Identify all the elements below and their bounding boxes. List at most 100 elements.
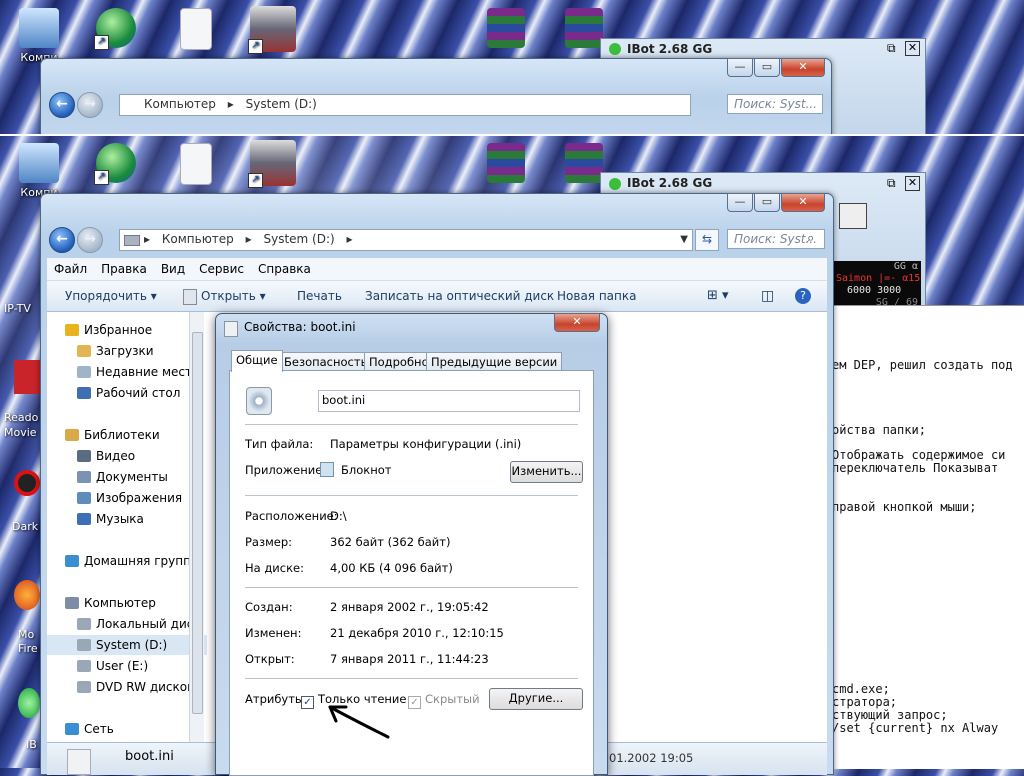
desktop-icon-label[interactable]: IB [26, 738, 37, 751]
tab-details[interactable]: Подробно [364, 352, 434, 371]
firefox-icon[interactable] [14, 580, 40, 610]
new-folder-button[interactable]: Новая папка [557, 281, 636, 311]
organize-button[interactable]: Упорядочить ▾ [65, 281, 157, 311]
maximize-button[interactable]: ▭ [754, 193, 780, 212]
back-button[interactable]: ← [49, 227, 75, 253]
close-icon[interactable]: ✕ [905, 41, 920, 56]
nav-item-network[interactable]: Сеть [65, 719, 114, 739]
tab-previous-versions[interactable]: Предыдущие версии [426, 352, 563, 371]
menu-view[interactable]: Вид [154, 258, 192, 280]
document-desktop-icon[interactable] [165, 8, 227, 53]
restore-icon[interactable]: ⧉ [887, 176, 896, 191]
filename-field[interactable]: boot.ini [318, 390, 580, 412]
globe-icon: ↗ [94, 8, 136, 50]
reado-icon[interactable] [14, 360, 40, 394]
refresh-button[interactable]: ⇆ [695, 229, 719, 251]
alien-icon[interactable] [18, 688, 40, 718]
nav-item-dvd[interactable]: DVD RW дисково [77, 677, 202, 697]
editor-line: стратора; [832, 695, 898, 709]
scroll-thumb[interactable] [192, 332, 203, 714]
tear-line [0, 134, 1024, 136]
nav-item-libraries[interactable]: Библиотеки [65, 425, 160, 445]
file-type-label: Тип файла: [245, 437, 314, 451]
breadcrumb-drive[interactable]: System (D:) [263, 232, 334, 246]
nav-scrollbar[interactable] [189, 312, 204, 742]
dialog-close-button[interactable]: ✕ [554, 313, 600, 332]
nav-item-video[interactable]: Видео [77, 446, 135, 466]
breadcrumb-sep: ▸ [346, 232, 353, 246]
preview-pane-icon[interactable]: ◫ [761, 281, 774, 311]
tab-general[interactable]: Общие [231, 350, 283, 372]
minimize-button[interactable]: — [727, 193, 753, 212]
menu-tools[interactable]: Сервис [192, 258, 251, 280]
nav-item-user-e[interactable]: User (E:) [77, 656, 148, 676]
close-button[interactable]: ✕ [781, 193, 825, 212]
selected-date: 01.2002 19:05 [609, 751, 694, 765]
document-desktop-icon[interactable] [165, 143, 227, 188]
nav-item-music[interactable]: Музыка [77, 509, 144, 529]
desktop-icon-label[interactable]: Reado Movie [4, 410, 42, 440]
change-button[interactable]: Изменить... [510, 461, 583, 483]
close-button[interactable]: ✕ [781, 58, 825, 77]
close-icon[interactable]: ✕ [905, 176, 920, 191]
drive-icon [124, 235, 140, 246]
game-icon: ↗ [248, 6, 296, 54]
search-icon[interactable]: ⌕ [807, 231, 814, 246]
print-button[interactable]: Печать [297, 281, 342, 311]
help-icon[interactable]: ? [795, 288, 811, 304]
breadcrumb-computer[interactable]: Компьютер [154, 232, 234, 246]
disk-size-label: На диске: [245, 561, 304, 575]
menu-file[interactable]: Файл [47, 258, 94, 280]
search-input[interactable]: Поиск: Syst... [727, 94, 823, 114]
forward-button[interactable]: → [77, 92, 103, 118]
hidden-checkbox[interactable]: ✓ Скрытый [408, 692, 480, 709]
nav-item-homegroup[interactable]: Домашняя группа [65, 551, 198, 571]
breadcrumb-part[interactable]: System (D:) [246, 97, 317, 111]
left-desktop-icons: IP-TV Reado Movie Dark Mo Fire IB [0, 250, 40, 768]
nav-item-downloads[interactable]: Загрузки [77, 341, 154, 361]
nav-item-desktop[interactable]: Рабочий стол [77, 383, 180, 403]
back-button[interactable]: ← [49, 92, 75, 118]
network-desktop-icon[interactable]: ↗ [85, 143, 147, 186]
alien-icon [609, 43, 621, 55]
nav-item-documents[interactable]: Документы [77, 467, 168, 487]
menu-help[interactable]: Справка [251, 258, 318, 280]
address-bar[interactable]: ▸ Компьютер ▸ System (D:) ▸ ▼ [119, 229, 693, 251]
nav-item-local-disk[interactable]: Локальный диск [77, 614, 201, 634]
nav-item-computer[interactable]: Компьютер [65, 593, 156, 613]
nav-item-recent[interactable]: Недавние места [77, 362, 199, 382]
forward-button[interactable]: → [77, 227, 103, 253]
opened-label: Открыт: [245, 652, 295, 666]
star-icon [65, 324, 79, 336]
burn-button[interactable]: Записать на оптический диск [365, 281, 554, 311]
game-desktop-icon[interactable]: ↗ [242, 6, 304, 55]
archive-desktop-icon[interactable] [475, 143, 537, 186]
disk-size-value: 4,00 КБ (4 096 байт) [330, 561, 453, 575]
minimize-button[interactable]: — [727, 58, 753, 77]
desktop-icon-label[interactable]: Dark [12, 520, 38, 533]
game-desktop-icon[interactable]: ↗ [242, 140, 304, 189]
archive-desktop-icon[interactable] [475, 8, 537, 51]
view-options-icon[interactable]: ⊞ ▾ [707, 281, 729, 311]
menu-edit[interactable]: Правка [94, 258, 154, 280]
address-bar[interactable]: Компьютер ▸ System (D:) [119, 94, 691, 116]
ibot-panel-icon[interactable] [839, 203, 867, 229]
divider [245, 495, 578, 496]
desktop-icon-label[interactable]: IP-TV [4, 302, 31, 315]
computer-desktop-icon[interactable]: Компи [8, 8, 70, 64]
nav-item-system-d[interactable]: System (D:) [47, 635, 207, 655]
network-desktop-icon[interactable]: ↗ [85, 8, 147, 51]
restore-icon[interactable]: ⧉ [887, 41, 896, 56]
desktop-icon-label[interactable]: Mo Fire [18, 628, 42, 656]
maximize-button[interactable]: ▭ [754, 58, 780, 77]
nav-item-pictures[interactable]: Изображения [77, 488, 182, 508]
documents-icon [77, 471, 91, 483]
tab-security[interactable]: Безопасность [279, 352, 373, 371]
open-button[interactable]: Открыть ▾ [201, 281, 266, 311]
computer-desktop-icon[interactable]: Компи [8, 143, 70, 199]
forbidden-icon[interactable] [14, 470, 40, 496]
nav-item-favorites[interactable]: Избранное [65, 320, 152, 340]
chevron-down-icon[interactable]: ▼ [680, 230, 688, 249]
other-attributes-button[interactable]: Другие... [489, 688, 583, 710]
breadcrumb-part[interactable]: Компьютер [120, 97, 216, 111]
